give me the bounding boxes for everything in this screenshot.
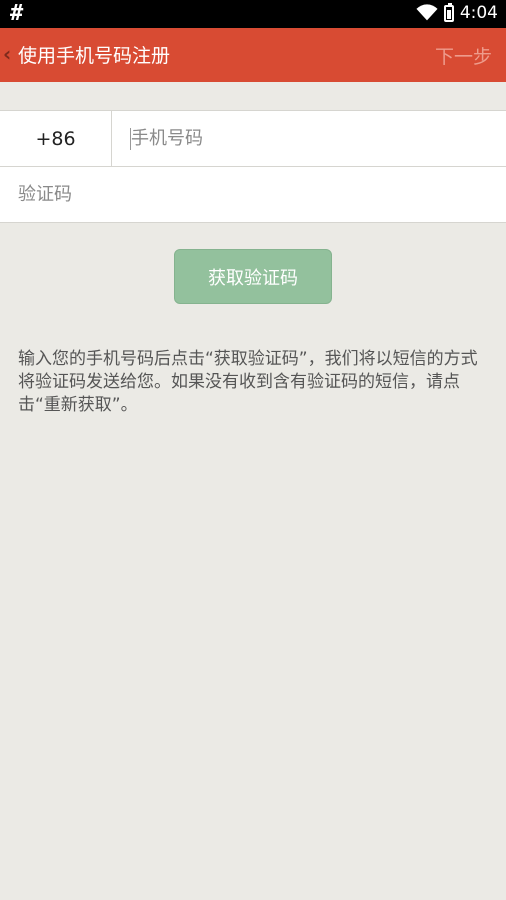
status-icons: 4:04: [416, 2, 498, 23]
text-cursor: [130, 128, 131, 150]
app-bar: ‹ 使用手机号码注册 下一步: [0, 28, 506, 82]
instruction-text: 输入您的手机号码后点击“获取验证码”，我们将以短信的方式将验证码发送给您。如果没…: [18, 349, 478, 415]
battery-icon: [443, 2, 454, 22]
page-title[interactable]: 使用手机号码注册: [18, 41, 170, 68]
phone-number-input[interactable]: [113, 111, 506, 166]
notification-hash-icon: #: [10, 1, 24, 26]
country-code-selector[interactable]: +86: [0, 111, 112, 166]
registration-form: +86: [0, 110, 506, 223]
status-time: 4:04: [459, 3, 498, 23]
next-step-button[interactable]: 下一步: [435, 42, 492, 69]
phone-row: +86: [0, 111, 506, 166]
status-bar: # 4:04: [0, 0, 506, 28]
wifi-icon: [416, 4, 438, 21]
verify-row: [0, 166, 506, 222]
back-icon[interactable]: ‹: [3, 42, 11, 66]
verification-code-input[interactable]: [0, 167, 506, 222]
get-verification-code-button[interactable]: 获取验证码: [174, 249, 332, 304]
